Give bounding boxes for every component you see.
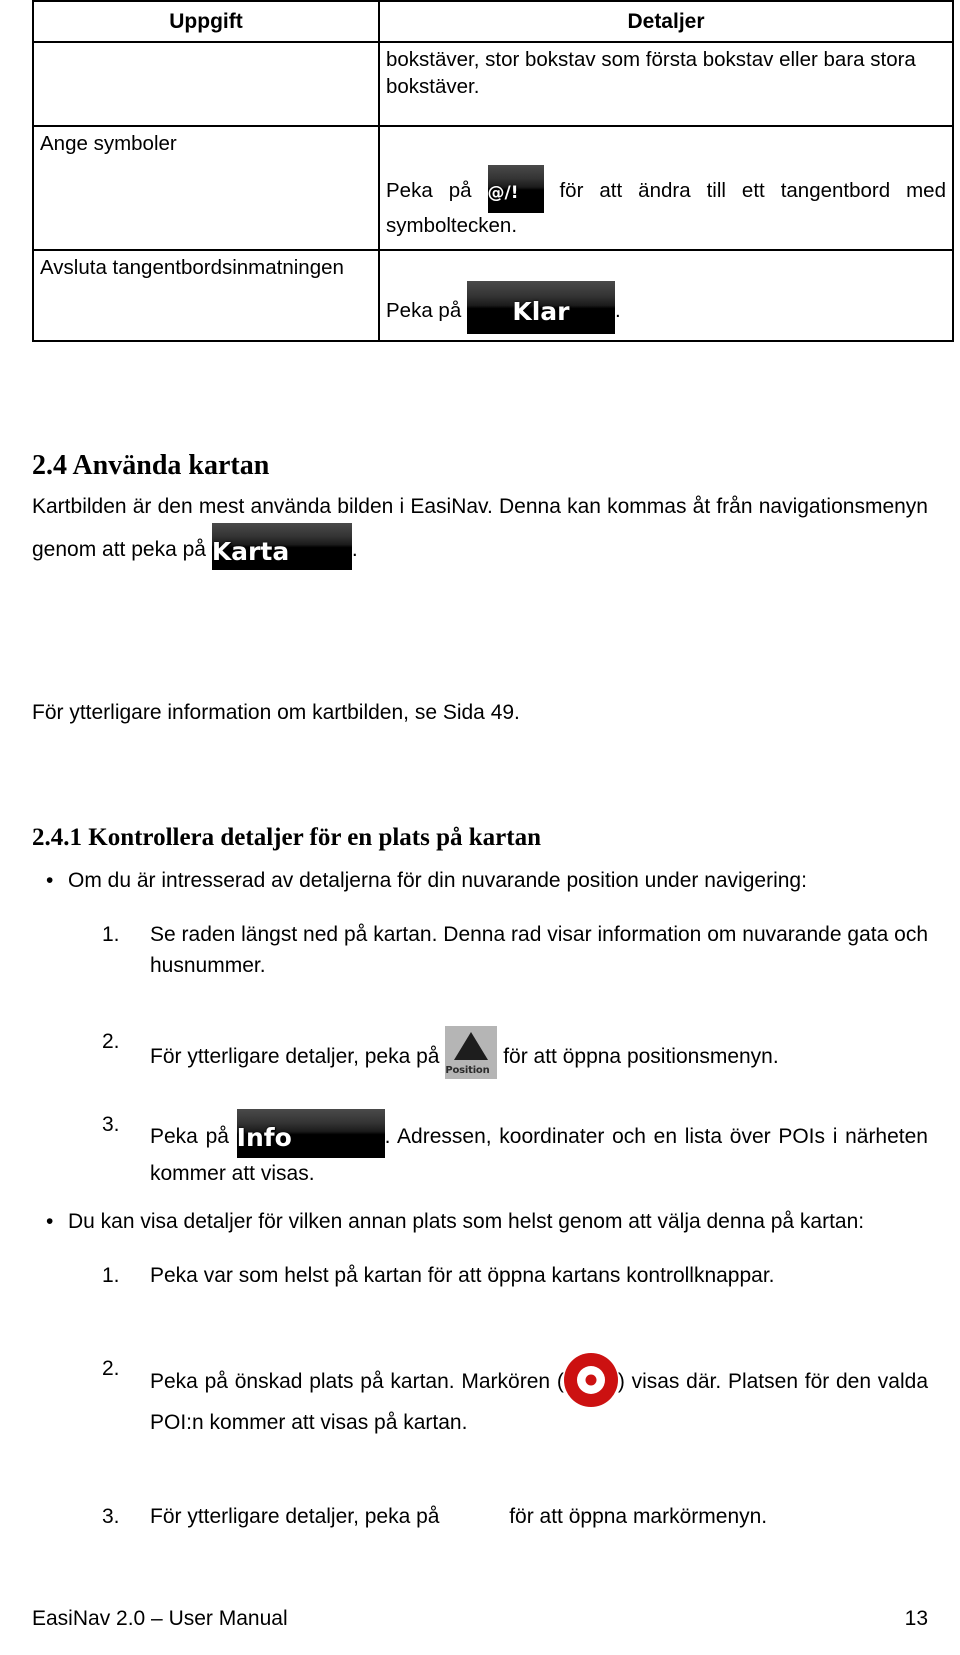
numbered-marker: 2. — [102, 1029, 120, 1053]
numbered-marker: 2. — [102, 1357, 120, 1381]
section-intro-text: Kartbilden är den mest använda bilden i … — [32, 495, 928, 561]
section-heading-2-4: 2.4 Använda kartan — [32, 450, 270, 482]
klar-button-label: Klar — [512, 297, 570, 327]
numbered-text: Peka var som helst på kartan för att öpp… — [150, 1263, 775, 1287]
position-arrow-icon — [454, 1031, 489, 1060]
table-row: Avsluta tangentbordsinmatningen Peka på … — [32, 249, 954, 343]
numbered-text: För ytterligare detaljer, peka på Positi… — [150, 1025, 928, 1079]
numbered-text-after: för att öppna positionsmenyn. — [503, 1044, 779, 1068]
klar-button-icon[interactable]: Klar — [466, 281, 615, 335]
column-header-details: Detaljer — [378, 0, 954, 44]
numbered-item: 3. För ytterligare detaljer, peka på för… — [32, 1501, 928, 1533]
numbered-text-before: Peka på önskad plats på kartan. Markören… — [150, 1370, 564, 1394]
section-intro-period: . — [351, 537, 358, 561]
bullet-marker: • — [46, 869, 54, 893]
numbered-marker: 3. — [102, 1504, 120, 1528]
karta-button-label: Karta — [211, 536, 290, 566]
table-header-row: Uppgift Detaljer — [32, 0, 954, 44]
cell-details-continued: bokstäver, stor bokstav som första bokst… — [378, 41, 954, 128]
bullet-item: • Om du är intresserad av detaljerna för… — [32, 866, 928, 896]
details-text-before: Peka på — [386, 299, 462, 323]
document-page: Uppgift Detaljer bokstäver, stor bokstav… — [0, 0, 960, 1655]
info-button-icon[interactable]: Info — [236, 1108, 385, 1158]
numbered-text-after: för att öppna markörmenyn. — [509, 1504, 768, 1528]
numbered-item: 1. Se raden längst ned på kartan. Denna … — [32, 919, 928, 982]
position-button-icon[interactable]: Position — [445, 1025, 498, 1079]
karta-button-icon[interactable]: Karta — [211, 522, 352, 570]
numbered-item: 1. Peka var som helst på kartan för att … — [32, 1260, 928, 1292]
table-row: bokstäver, stor bokstav som första bokst… — [32, 41, 954, 128]
numbered-text: Peka på önskad plats på kartan. Markören… — [150, 1353, 928, 1439]
symbol-keyboard-button-icon[interactable]: @/! — [487, 165, 544, 214]
numbered-marker: 1. — [102, 922, 120, 946]
section-heading-2-4-1: 2.4.1 Kontrollera detaljer för en plats … — [32, 824, 541, 852]
info-button-label: Info — [236, 1122, 292, 1152]
footer-page-number: 13 — [904, 1607, 928, 1630]
cell-task-empty — [32, 41, 380, 128]
numbered-marker: 1. — [102, 1263, 120, 1287]
position-button-label: Position — [445, 1064, 490, 1076]
cell-details-finish-keyboard: Peka på Klar. — [378, 249, 954, 343]
table-row: Ange symboler Peka på @/! för att ändra … — [32, 125, 954, 252]
numbered-text-before: För ytterligare detaljer, peka på — [150, 1504, 440, 1528]
numbered-text-before: För ytterligare detaljer, peka på — [150, 1044, 440, 1068]
section-intro-paragraph: Kartbilden är den mest använda bilden i … — [32, 492, 928, 570]
numbered-text: För ytterligare detaljer, peka på för at… — [150, 1501, 928, 1533]
numbered-marker: 3. — [102, 1112, 120, 1136]
section-reference-paragraph: För ytterligare information om kartbilde… — [32, 700, 520, 724]
numbered-item: 2. För ytterligare detaljer, peka på Pos… — [32, 1025, 928, 1079]
cell-task-finish-keyboard: Avsluta tangentbordsinmatningen — [32, 249, 380, 343]
bullet-text: Du kan visa detaljer för vilken annan pl… — [68, 1210, 865, 1234]
task-details-table: Uppgift Detaljer bokstäver, stor bokstav… — [32, 0, 954, 343]
numbered-item: 3. Peka på Info. Adressen, koordinater o… — [32, 1108, 928, 1190]
numbered-text-before: Peka på — [150, 1124, 229, 1148]
cell-task-symbols: Ange symboler — [32, 125, 380, 252]
map-marker-bullseye-icon — [563, 1353, 618, 1408]
numbered-item: 2. Peka på önskad plats på kartan. Markö… — [32, 1353, 928, 1439]
bullet-marker: • — [46, 1210, 54, 1234]
bullet-text: Om du är intresserad av detaljerna för d… — [68, 869, 807, 893]
column-header-task: Uppgift — [32, 0, 380, 44]
bullet-item: • Du kan visa detaljer för vilken annan … — [32, 1207, 928, 1237]
page-footer: EasiNav 2.0 – User Manual 13 — [32, 1607, 928, 1631]
symbol-keyboard-button-label: @/! — [487, 183, 519, 204]
footer-title: EasiNav 2.0 – User Manual — [32, 1607, 288, 1630]
details-text-before: Peka på — [386, 179, 472, 203]
numbered-text: Peka på Info. Adressen, koordinater och … — [150, 1108, 928, 1190]
cell-details-symbols: Peka på @/! för att ändra till ett tange… — [378, 125, 954, 252]
numbered-text: Se raden längst ned på kartan. Denna rad… — [150, 922, 928, 978]
details-text-after: . — [614, 299, 621, 323]
